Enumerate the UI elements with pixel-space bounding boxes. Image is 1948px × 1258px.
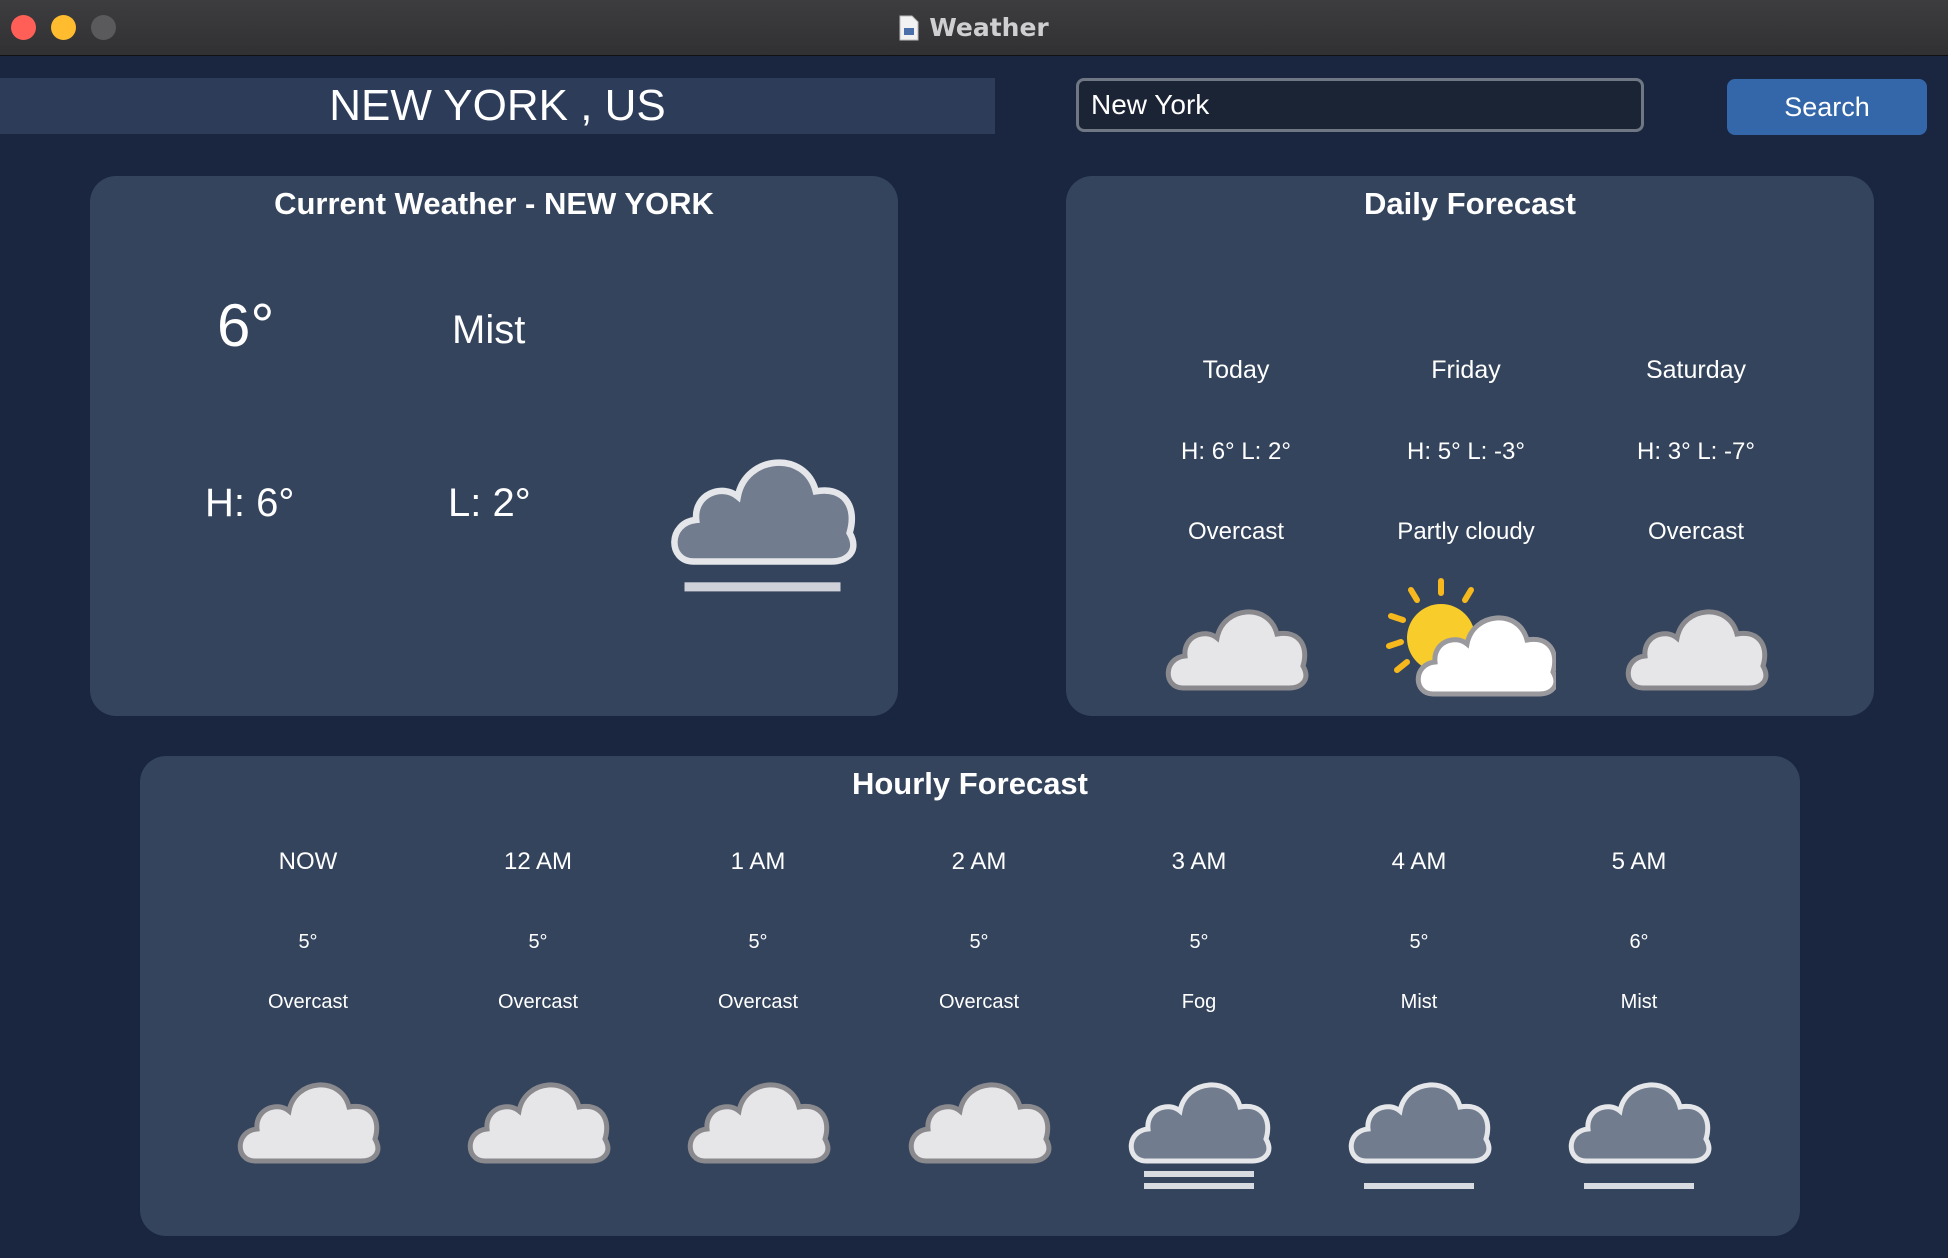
app-content: NEW YORK , US Search Current Weather - N… — [0, 56, 1948, 1258]
hourly-temperature: 5° — [969, 931, 989, 953]
hourly-temperature: 5° — [1189, 931, 1209, 953]
hourly-time: 4 AM — [1391, 848, 1447, 875]
overcast-icon — [908, 1082, 1052, 1164]
hourly-forecast-panel: Hourly Forecast NOW 5° Overcast 12 AM 5°… — [140, 756, 1800, 1236]
current-weather-panel: Current Weather - NEW YORK 6° Mist H: 6°… — [90, 176, 898, 716]
hourly-temperature: 6° — [1629, 931, 1649, 953]
hourly-condition: Overcast — [497, 991, 579, 1013]
overcast-icon — [1625, 609, 1769, 691]
current-weather-title: Current Weather - NEW YORK — [274, 186, 714, 221]
overcast-icon — [467, 1082, 611, 1164]
current-condition: Mist — [452, 308, 526, 352]
hourly-time: 12 AM — [503, 848, 573, 875]
current-temperature: 6° — [217, 292, 275, 359]
daily-day-label: Today — [1202, 356, 1270, 384]
daily-day-label: Friday — [1431, 356, 1501, 384]
hourly-condition: Mist — [1400, 991, 1438, 1013]
overcast-icon — [237, 1082, 381, 1164]
city-banner: NEW YORK , US — [0, 78, 995, 134]
daily-condition: Overcast — [1187, 518, 1285, 545]
fog-icon — [1128, 1082, 1272, 1189]
hourly-temperature: 5° — [298, 931, 318, 953]
hourly-condition: Overcast — [938, 991, 1020, 1013]
current-high: H: 6° — [205, 481, 295, 525]
hourly-temperature: 5° — [528, 931, 548, 953]
hourly-time: 2 AM — [951, 848, 1007, 875]
daily-day-label: Saturday — [1645, 356, 1747, 384]
search-input[interactable] — [1076, 78, 1644, 132]
mist-icon — [1568, 1082, 1712, 1189]
overcast-icon — [1165, 609, 1309, 691]
overcast-icon — [687, 1082, 831, 1164]
search-button[interactable]: Search — [1727, 79, 1927, 135]
hourly-forecast-title: Hourly Forecast — [851, 766, 1088, 801]
window-title: Weather — [929, 13, 1049, 42]
hourly-temperature: 5° — [748, 931, 768, 953]
daily-high-low: H: 5° L: -3° — [1407, 438, 1525, 465]
daily-high-low: H: 3° L: -7° — [1637, 438, 1755, 465]
hourly-condition: Fog — [1181, 991, 1217, 1013]
hourly-time: 1 AM — [730, 848, 786, 875]
hourly-time: 3 AM — [1171, 848, 1227, 875]
hourly-condition: Overcast — [267, 991, 349, 1013]
daily-condition: Partly cloudy — [1397, 518, 1535, 545]
title-bar: Weather — [0, 0, 1948, 56]
hourly-time: 5 AM — [1611, 848, 1667, 875]
hourly-condition: Mist — [1620, 991, 1658, 1013]
hourly-time: NOW — [278, 848, 338, 875]
daily-high-low: H: 6° L: 2° — [1181, 438, 1291, 465]
current-low: L: 2° — [448, 481, 531, 525]
daily-forecast-title: Daily Forecast — [1364, 186, 1576, 221]
document-icon — [899, 15, 919, 40]
hourly-temperature: 5° — [1409, 931, 1429, 953]
partly-cloudy-icon — [1386, 578, 1556, 697]
mist-icon — [1348, 1082, 1492, 1189]
hourly-condition: Overcast — [717, 991, 799, 1013]
mist-icon — [671, 459, 857, 592]
city-title: NEW YORK , US — [329, 81, 666, 130]
daily-forecast-panel: Daily Forecast Today H: 6° L: 2° Overcas… — [1066, 176, 1874, 716]
daily-condition: Overcast — [1647, 518, 1745, 545]
